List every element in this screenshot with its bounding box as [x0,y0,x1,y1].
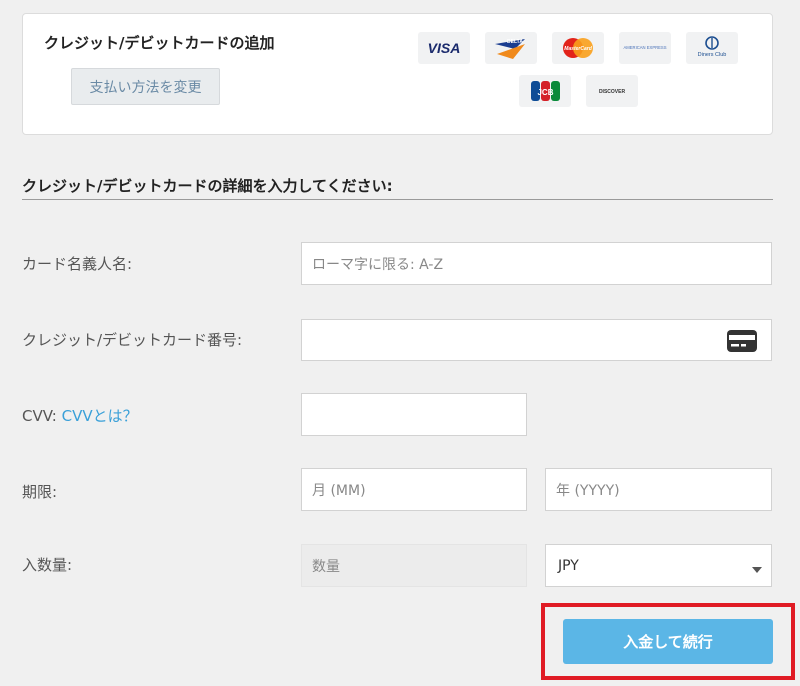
jcb-logo-text: JCB [537,88,553,97]
discover-logo-text: DISCOVER [599,89,626,95]
cvv-input[interactable] [301,393,527,436]
diners-logo-text: Diners Club [698,52,727,58]
form-section-title: クレジット/デビットカードの詳細を入力してください: [22,177,393,195]
currency-value: JPY [558,557,579,574]
cvv-label: CVV: [22,407,57,425]
panel-title: クレジット/デビットカードの追加 [44,34,275,52]
mastercard-logo: MasterCard [552,32,604,64]
visa-logo-text: VISA [428,40,461,56]
expiry-month-placeholder: 月 (MM) [312,482,366,499]
expiry-month-input[interactable]: 月 (MM) [301,468,527,511]
amex-logo-text: AMERICAN EXPRESS [623,45,666,50]
amount-label: 入数量: [22,556,73,574]
expiry-label: 期限: [22,483,58,501]
american-express-logo: AMERICAN EXPRESS [619,32,671,64]
cardholder-name-input[interactable]: ローマ字に限る: A-Z [301,242,772,285]
cardholder-name-label: カード名義人名: [22,255,133,273]
diners-club-logo: Diners Club [686,32,738,64]
amount-placeholder: 数量 [312,558,340,575]
cvv-help-link[interactable]: CVVとは？ [62,407,138,425]
deposit-continue-button[interactable]: 入金して続行 [563,619,773,664]
section-divider [22,199,773,200]
change-payment-method-button[interactable]: 支払い方法を変更 [71,68,220,105]
currency-select[interactable]: JPY [545,544,772,587]
delta-logo: DELTA [485,32,537,64]
card-number-label: クレジット/デビットカード番号: [22,331,243,349]
visa-logo: VISA [418,32,470,64]
card-number-input[interactable] [301,319,772,361]
caret-down-icon [752,567,762,573]
jcb-logo: JCB [519,75,571,107]
delta-logo-text: DELTA [507,39,523,45]
amount-input[interactable]: 数量 [301,544,527,587]
discover-logo: DISCOVER [586,75,638,107]
credit-card-icon [727,330,757,356]
expiry-year-input[interactable]: 年 (YYYY) [545,468,772,511]
mastercard-logo-text: MasterCard [564,46,592,52]
expiry-year-placeholder: 年 (YYYY) [556,482,620,499]
cardholder-name-placeholder: ローマ字に限る: A-Z [312,256,444,273]
cvv-label-row: CVV: CVVとは？ [22,405,138,426]
